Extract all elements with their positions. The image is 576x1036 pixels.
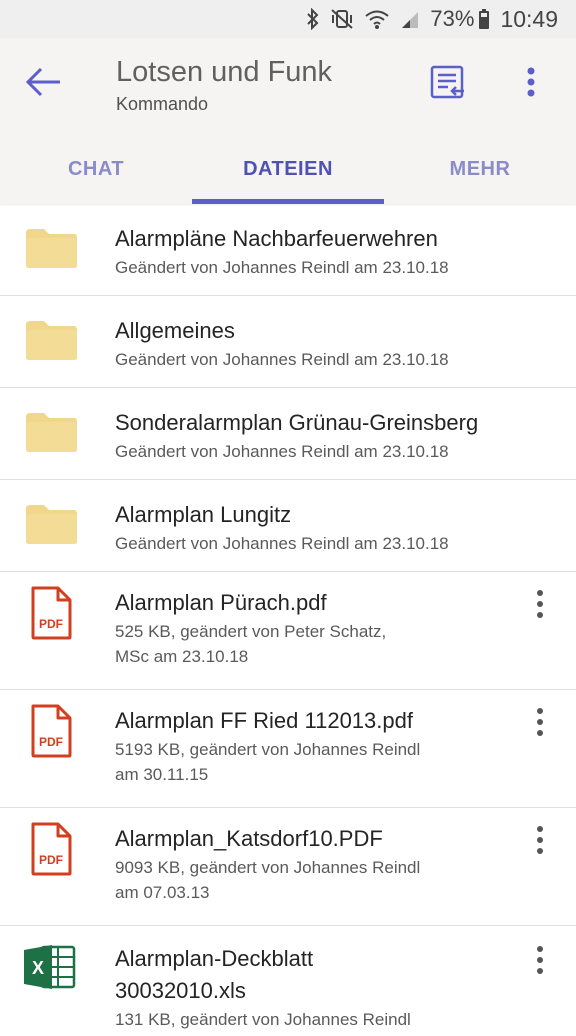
signal-icon	[400, 8, 420, 30]
file-name: Alarmplan Lungitz	[115, 502, 292, 527]
pdf-file-icon: PDF	[30, 704, 72, 758]
bluetooth-icon	[306, 8, 320, 30]
pdf-icon-label: PDF	[39, 617, 63, 631]
folder-icon	[24, 408, 78, 456]
pdf-icon-label: PDF	[39, 853, 63, 867]
arrow-left-icon	[25, 66, 63, 103]
more-vertical-icon	[526, 67, 536, 102]
clock-time: 10:49	[500, 5, 558, 32]
list-item[interactable]: PDF Alarmplan_Katsdorf10.PDF 9093 KB, ge…	[0, 808, 576, 926]
page-subtitle: Kommando	[116, 94, 209, 114]
file-more-button[interactable]	[526, 942, 554, 982]
file-name: Alarmplan FF Ried 112013.pdf	[115, 708, 413, 733]
more-options-button[interactable]	[509, 62, 553, 106]
channel-info-button[interactable]	[425, 62, 469, 106]
file-name: Alarmplan_Katsdorf10.PDF	[115, 826, 383, 851]
list-item[interactable]: Allgemeines Geändert von Johannes Reindl…	[0, 296, 576, 388]
battery-icon	[478, 8, 490, 30]
file-name: Alarmpläne Nachbarfeuerwehren	[115, 226, 438, 251]
file-more-button[interactable]	[526, 822, 554, 862]
list-item[interactable]: PDF Alarmplan Pürach.pdf 525 KB, geänder…	[0, 572, 576, 690]
list-item[interactable]: X Alarmplan-Deckblatt 30032010.xls 131 K…	[0, 926, 576, 1036]
page-title: Lotsen und Funk	[116, 56, 333, 88]
file-list: Alarmpläne Nachbarfeuerwehren Geändert v…	[0, 204, 576, 1036]
folder-icon	[24, 500, 78, 548]
file-meta: Geändert von Johannes Reindl am 23.10.18	[115, 350, 449, 369]
more-vertical-icon	[536, 825, 544, 860]
pdf-file-icon: PDF	[30, 586, 72, 640]
tab-bar: CHAT DATEIEN MEHR	[0, 134, 576, 204]
tab-files[interactable]: DATEIEN	[192, 134, 384, 204]
file-meta-line-1: 9093 KB, geändert von Johannes Reindl	[115, 858, 421, 877]
file-meta-line-2: MSc am 23.10.18	[115, 647, 249, 666]
battery-percent: 73%	[430, 6, 475, 31]
file-name: Allgemeines	[115, 318, 235, 343]
file-meta-line-2: am 30.11.15	[115, 765, 209, 784]
pdf-icon-label: PDF	[39, 735, 63, 749]
excel-icon-label: X	[32, 958, 44, 978]
channel-info-icon	[428, 63, 466, 106]
folder-icon	[24, 316, 78, 364]
file-name: Sonderalarmplan Grünau-Greinsberg	[115, 410, 479, 435]
wifi-icon	[364, 8, 390, 30]
file-name: Alarmplan Pürach.pdf	[115, 590, 327, 615]
more-vertical-icon	[536, 589, 544, 624]
pdf-file-icon: PDF	[30, 822, 72, 876]
file-meta-line-2: am 07.03.13	[115, 883, 210, 902]
file-meta: Geändert von Johannes Reindl am 23.10.18	[115, 442, 449, 461]
file-more-button[interactable]	[526, 586, 554, 626]
file-name-line-2: 30032010.xls	[115, 978, 246, 1003]
status-bar: 73% 10:49	[0, 0, 576, 38]
file-meta-line-1: 525 KB, geändert von Peter Schatz,	[115, 622, 387, 641]
vibrate-mute-icon	[330, 8, 354, 30]
back-button[interactable]	[22, 62, 66, 106]
file-meta-line-1: 5193 KB, geändert von Johannes Reindl	[115, 740, 421, 759]
list-item[interactable]: Sonderalarmplan Grünau-Greinsberg Geände…	[0, 388, 576, 480]
tab-more[interactable]: MEHR	[384, 134, 576, 204]
more-vertical-icon	[536, 707, 544, 742]
list-item[interactable]: Alarmplan Lungitz Geändert von Johannes …	[0, 480, 576, 572]
list-item[interactable]: Alarmpläne Nachbarfeuerwehren Geändert v…	[0, 204, 576, 296]
file-meta: 131 KB, geändert von Johannes Reindl	[115, 1010, 411, 1029]
tab-chat[interactable]: CHAT	[0, 134, 192, 204]
file-more-button[interactable]	[526, 704, 554, 744]
list-item[interactable]: PDF Alarmplan FF Ried 112013.pdf 5193 KB…	[0, 690, 576, 808]
file-meta: Geändert von Johannes Reindl am 23.10.18	[115, 534, 449, 553]
excel-file-icon: X	[24, 944, 76, 990]
folder-icon	[24, 224, 78, 272]
file-name-line-1: Alarmplan-Deckblatt	[115, 946, 314, 971]
app-header: Lotsen und Funk Kommando CHAT DATEIEN ME…	[0, 38, 576, 204]
file-meta: Geändert von Johannes Reindl am 23.10.18	[115, 258, 449, 277]
more-vertical-icon	[536, 945, 544, 980]
title-block: Lotsen und Funk Kommando	[116, 54, 332, 116]
